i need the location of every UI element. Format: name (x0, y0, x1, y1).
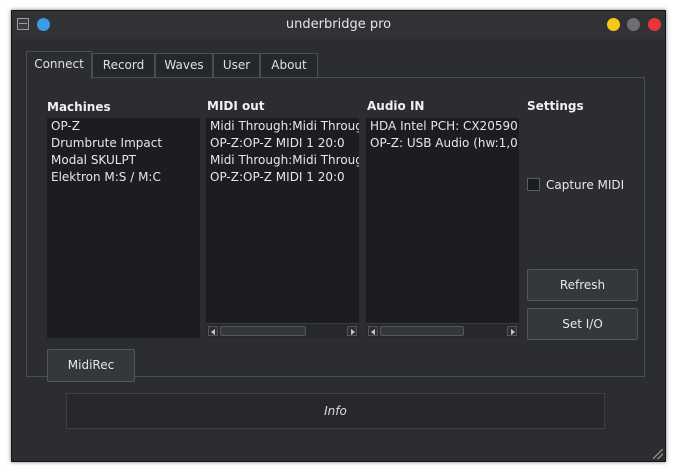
audio-in-hscrollbar[interactable] (366, 323, 519, 338)
scroll-right-icon[interactable] (347, 326, 357, 336)
scroll-left-icon[interactable] (368, 326, 378, 336)
midi-out-list[interactable]: Midi Through:Midi Through OP-Z:OP-Z MIDI… (206, 118, 359, 338)
resize-grip-icon[interactable] (653, 449, 663, 459)
tab-connect[interactable]: Connect (26, 51, 92, 79)
close-button[interactable] (648, 18, 661, 31)
maximize-button[interactable] (627, 18, 640, 31)
scroll-left-icon[interactable] (208, 326, 218, 336)
list-item[interactable]: OP-Z:OP-Z MIDI 1 20:0 (206, 169, 359, 186)
info-bar: Info (66, 393, 605, 429)
scroll-right-icon[interactable] (507, 326, 517, 336)
machines-header: Machines (47, 100, 111, 114)
app-window: underbridge pro Connect Record Waves Use… (11, 10, 666, 462)
list-item[interactable]: OP-Z: USB Audio (hw:1,0) (366, 135, 519, 152)
capture-midi-label: Capture MIDI (546, 178, 625, 192)
list-item[interactable]: Drumbrute Impact (47, 135, 200, 152)
minimize-button[interactable] (607, 18, 620, 31)
tab-about[interactable]: About (260, 53, 318, 78)
midi-out-hscrollbar[interactable] (206, 323, 359, 338)
tab-record[interactable]: Record (92, 53, 155, 78)
list-item[interactable]: OP-Z (47, 118, 200, 135)
list-item[interactable]: Elektron M:S / M:C (47, 169, 200, 186)
list-item[interactable]: Modal SKULPT (47, 152, 200, 169)
title-bar[interactable]: underbridge pro (12, 11, 665, 39)
midi-out-header: MIDI out (207, 99, 265, 113)
window-title: underbridge pro (285, 17, 392, 32)
connect-panel: Machines OP-Z Drumbrute Impact Modal SKU… (26, 77, 645, 382)
capture-midi-checkbox[interactable] (527, 178, 540, 191)
set-io-button[interactable]: Set I/O (527, 308, 638, 340)
scrollbar-thumb[interactable] (220, 326, 306, 336)
settings-header: Settings (527, 99, 584, 113)
list-item[interactable]: OP-Z:OP-Z MIDI 1 20:0 (206, 135, 359, 152)
list-item[interactable]: Midi Through:Midi Through (206, 118, 359, 135)
audio-in-header: Audio IN (367, 99, 425, 113)
midirec-button[interactable]: MidiRec (47, 349, 135, 382)
tab-user[interactable]: User (213, 53, 260, 78)
list-item[interactable]: Midi Through:Midi Through (206, 152, 359, 169)
tab-waves[interactable]: Waves (155, 53, 213, 78)
machines-list[interactable]: OP-Z Drumbrute Impact Modal SKULPT Elekt… (47, 118, 200, 338)
refresh-button[interactable]: Refresh (527, 269, 638, 301)
scrollbar-thumb[interactable] (380, 326, 464, 336)
list-item[interactable]: HDA Intel PCH: CX20590 Ana (366, 118, 519, 135)
audio-in-list[interactable]: HDA Intel PCH: CX20590 Ana OP-Z: USB Aud… (366, 118, 519, 338)
